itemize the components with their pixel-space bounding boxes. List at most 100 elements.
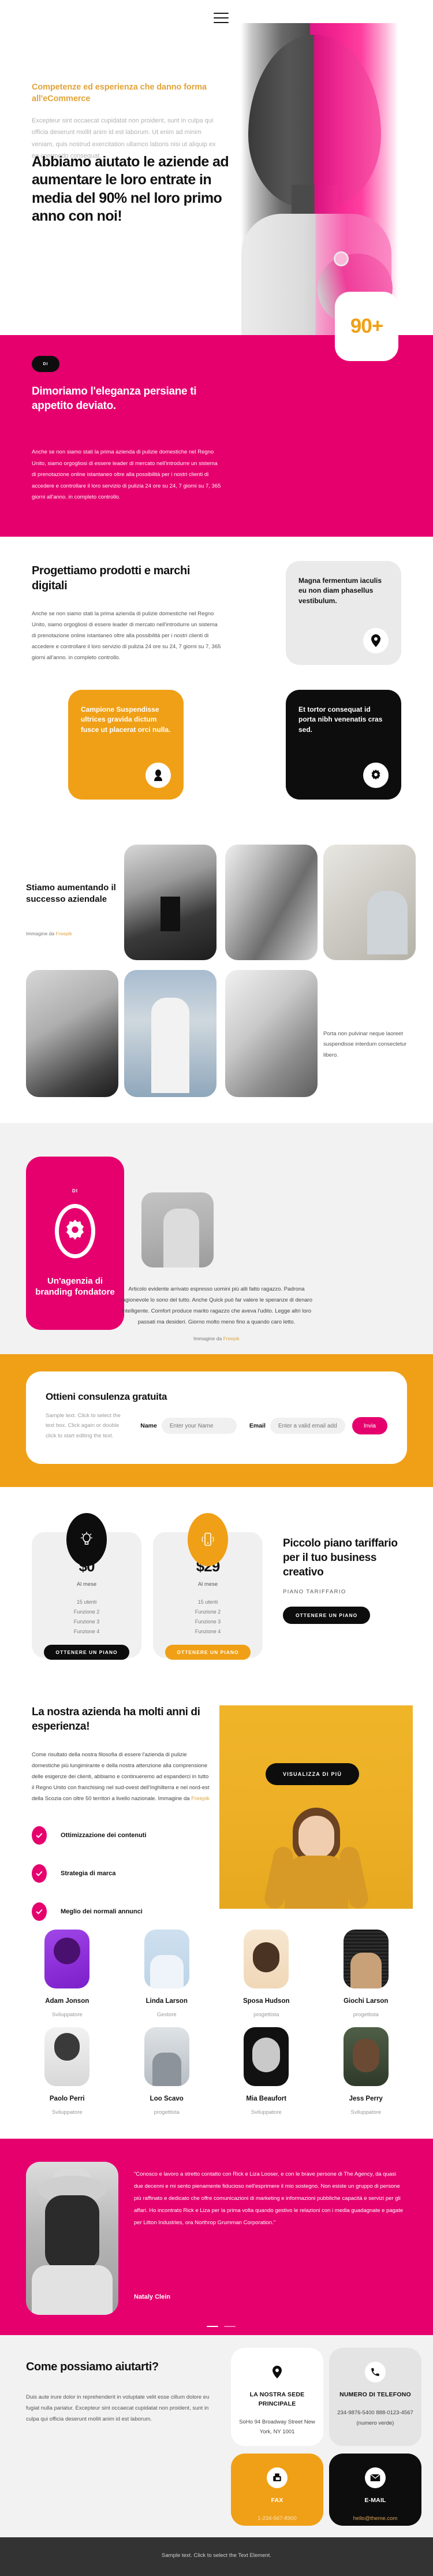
name-field-group: Name <box>140 1418 237 1434</box>
experience-credit-link[interactable]: Freepik <box>191 1796 210 1802</box>
consultation-card: Ottieni consulenza gratuita Sample text.… <box>26 1371 407 1464</box>
contact-card-phone[interactable]: NUMERO DI TELEFONO 234-9876-5400 888-012… <box>329 2348 421 2447</box>
gallery-note: Porta non pulvinar neque laoreet suspend… <box>323 1030 407 1058</box>
stats-heading: Dimoriamo l'eleganza persiane ti appetit… <box>32 385 197 412</box>
product-card-3-text: Et tortor consequat id porta nibh venena… <box>298 705 383 734</box>
contact-card-email[interactable]: E-MAIL hello@theme.com <box>329 2454 421 2526</box>
gallery-credit-link[interactable]: Freepik <box>56 931 72 936</box>
product-card-1-text: Magna fermentum iaculis eu non diam phas… <box>298 576 382 605</box>
gallery-image-6 <box>225 969 318 1097</box>
checklist-item-label: Strategia di marca <box>61 1869 116 1877</box>
hero-eyebrow: Competenze ed esperienza che danno forma… <box>32 83 207 103</box>
testimonial-quote: "Conosco e lavoro a stretto contatto con… <box>134 2171 404 2226</box>
products-paragraph: Anche se non siamo stati la prima aziend… <box>32 610 221 661</box>
check-icon <box>32 1864 47 1883</box>
experience-paragraph-text: Come risultato della nostra filosofia di… <box>32 1751 210 1802</box>
email-label: Email <box>249 1422 266 1430</box>
contact-card-headquarters[interactable]: LA NOSTRA SEDE PRINCIPALE SoHo 94 Broadw… <box>231 2348 323 2447</box>
team-member-name: Sposa Hudson <box>242 1998 290 2005</box>
branding-credit-link[interactable]: Freepik <box>223 1336 240 1341</box>
pricing-plan-2-feature: Funzione 4 <box>195 1629 221 1635</box>
envelope-icon <box>365 2467 386 2489</box>
experience-button[interactable]: VISUALIZZA DI PIÙ <box>266 1763 360 1786</box>
team-member-name: Adam Jonson <box>45 1998 89 2005</box>
location-pin-icon <box>363 627 389 653</box>
stats-badge: DI <box>32 356 59 372</box>
mobile-phone-icon <box>188 1513 228 1567</box>
avatar <box>144 2027 189 2087</box>
hamburger-bar <box>214 17 229 18</box>
contact-card-title: NUMERO DI TELEFONO <box>339 2391 411 2399</box>
contact-card-value: hello@theme.com <box>353 2515 398 2522</box>
person-hair <box>45 2195 99 2271</box>
team-member: Jess Perry Sviluppatore <box>316 2027 416 2116</box>
branding-credit-prefix: Immagine da <box>193 1335 223 1341</box>
gallery-image-5 <box>124 969 216 1097</box>
product-card-1[interactable]: Magna fermentum iaculis eu non diam phas… <box>286 560 401 665</box>
gallery-image-1 <box>124 844 216 960</box>
team-member: Giochi Larson progettista <box>316 1930 416 2018</box>
contact-card-fax[interactable]: FAX 1-234-567-8900 <box>231 2454 323 2526</box>
team-member-role: progettista <box>253 2012 279 2019</box>
checklist-item: Ottimizzazione dei contenuti <box>32 1826 211 1845</box>
products-section: Progettiamo prodotti e marchi digitali A… <box>0 536 433 808</box>
name-input[interactable] <box>161 1418 237 1434</box>
contact-section: Come possiamo aiutarti? Duis aute irure … <box>0 2335 433 2538</box>
phone-icon <box>365 2362 386 2383</box>
product-card-2[interactable]: Campione Suspendisse ultrices gravida di… <box>68 689 184 800</box>
avatar <box>343 1930 389 1989</box>
team-member-name: Giochi Larson <box>344 1998 389 2005</box>
pricing-cta-button[interactable]: OTTENERE UN PIANO <box>283 1607 371 1625</box>
check-icon <box>32 1826 47 1845</box>
hero-headline: Abbiamo aiutato le aziende ad aumentare … <box>32 154 229 224</box>
consultation-sample-text: Sample text. Click to select the text bo… <box>46 1412 121 1439</box>
pricing-plan-1-feature: Funzione 3 <box>73 1619 100 1625</box>
avatar <box>44 2027 90 2087</box>
hero-image <box>231 23 398 335</box>
carousel-dot-2[interactable] <box>224 2326 236 2328</box>
branding-badge: DI <box>72 1188 78 1194</box>
pricing-plan-2-button[interactable]: OTTENERE UN PIANO <box>165 1645 251 1660</box>
hamburger-icon[interactable] <box>214 13 229 23</box>
checklist-item-label: Ottimizzazione dei contenuti <box>61 1831 147 1839</box>
team-member-name: Linda Larson <box>145 1998 188 2005</box>
stats-number-card: 90+ <box>335 292 398 361</box>
carousel-dots[interactable] <box>207 2326 236 2328</box>
stats-number: 90+ <box>350 315 383 337</box>
consultation-form: Sample text. Click to select the text bo… <box>46 1411 387 1441</box>
experience-text-block: La nostra azienda ha molti anni di esper… <box>32 1705 211 1940</box>
checklist-item: Strategia di marca <box>32 1864 211 1883</box>
footer-text: Sample text. Click to select the Text El… <box>162 2552 271 2559</box>
team-section: Adam Jonson Sviluppatore Linda Larson Gest… <box>0 1909 433 2139</box>
pricing-plan-1-button[interactable]: OTTENERE UN PIANO <box>44 1645 129 1660</box>
pricing-section: $0 Al mese 15 utenti Funzione 2 Funzione… <box>0 1487 433 1678</box>
branding-paragraph: Articolo evidente arrivato espresso uomi… <box>120 1285 313 1325</box>
hero-text-block: Competenze ed esperienza che danno forma… <box>32 82 222 162</box>
carousel-dot-1[interactable] <box>207 2326 218 2328</box>
pricing-plan-2: $29 Al mese 15 utenti Funzione 2 Funzion… <box>153 1513 263 1660</box>
products-heading: Progettiamo prodotti e marchi digitali <box>32 564 190 592</box>
product-card-3[interactable]: Et tortor consequat id porta nibh venena… <box>286 689 401 800</box>
avatar <box>343 2027 389 2087</box>
email-input[interactable] <box>270 1418 345 1434</box>
contact-card-title: E-MAIL <box>364 2497 386 2504</box>
pricing-plan-1-feature: Funzione 4 <box>73 1629 100 1635</box>
experience-heading: La nostra azienda ha molti anni di esper… <box>32 1706 200 1733</box>
products-text-block: Progettiamo prodotti e marchi digitali A… <box>32 563 222 663</box>
submit-button[interactable]: Invia <box>352 1417 387 1435</box>
hamburger-bar <box>214 22 229 23</box>
check-icon <box>32 1902 47 1921</box>
pricing-plan-2-feature: Funzione 3 <box>195 1619 221 1625</box>
experience-section: La nostra azienda ha molti anni di esper… <box>0 1678 433 1921</box>
consultation-section: Ottieni consulenza gratuita Sample text.… <box>0 1354 433 1488</box>
team-member-role: Sviluppatore <box>51 2012 83 2019</box>
hero-image-watch <box>334 251 349 266</box>
pricing-plan-1-feature: 15 utenti <box>76 1599 97 1605</box>
team-member: Adam Jonson Sviluppatore <box>17 1930 117 2018</box>
testimonial-image <box>26 2162 118 2315</box>
team-member-role: Sviluppatore <box>350 2109 382 2116</box>
landing-page: Competenze ed esperienza che danno forma… <box>0 0 433 2576</box>
pricing-plan-2-feature: 15 utenti <box>197 1599 218 1605</box>
pricing-plan-2-period: Al mese <box>197 1581 218 1588</box>
team-member: Linda Larson Gestore <box>117 1930 217 2018</box>
